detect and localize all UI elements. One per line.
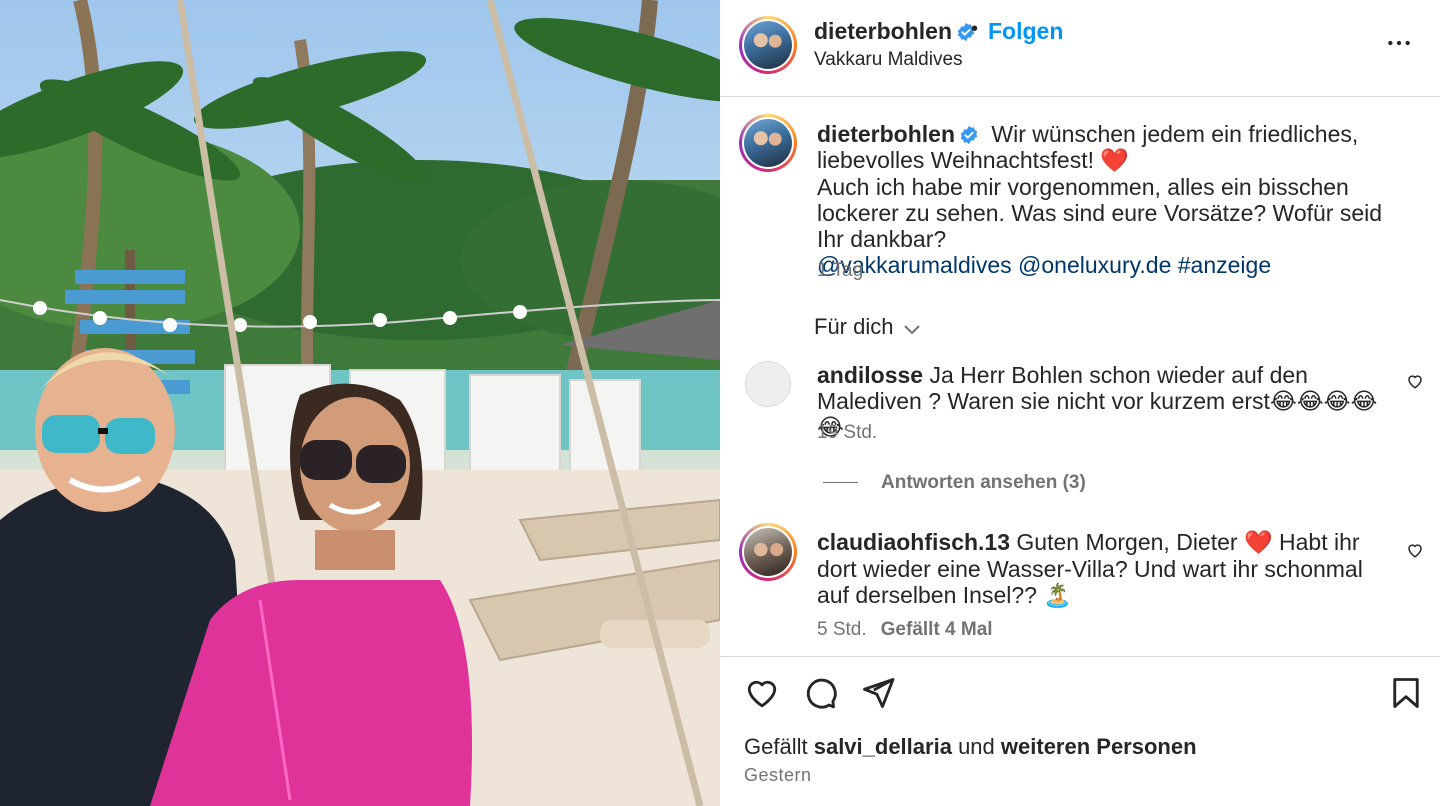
caption-timestamp[interactable]: 1 Tag: [817, 260, 863, 282]
hashtag-link-anzeige[interactable]: #anzeige: [1178, 252, 1271, 278]
header-divider: [720, 96, 1440, 97]
commenter-avatar-andilosse[interactable]: [745, 361, 791, 407]
author-username-header[interactable]: dieterbohlen: [814, 18, 976, 45]
comment-timestamp[interactable]: 19 Std.: [817, 422, 877, 444]
view-replies-button[interactable]: Antworten ansehen (3): [823, 472, 1086, 494]
likes-summary: Gefällt salvi_dellaria und weiteren Pers…: [744, 734, 1197, 760]
comment-text: Guten Morgen, Dieter: [1016, 529, 1238, 555]
post-caption: dieterbohlen Wir wünschen jedem ein frie…: [817, 121, 1397, 278]
mention-link-oneluxury[interactable]: @oneluxury.de: [1018, 252, 1171, 278]
comment-claudiaohfisch: claudiaohfisch.13 Guten Morgen, Dieter ❤…: [817, 529, 1377, 609]
comment-timestamp[interactable]: 5 Std.: [817, 619, 867, 640]
chevron-down-icon: [904, 325, 921, 335]
author-username-text[interactable]: dieterbohlen: [814, 18, 952, 44]
caption-username[interactable]: dieterbohlen: [817, 121, 955, 147]
verified-badge-icon: [960, 125, 978, 145]
post-photo: [0, 0, 720, 806]
caption-avatar[interactable]: [739, 114, 797, 172]
author-avatar[interactable]: [739, 16, 797, 74]
follow-button[interactable]: Folgen: [988, 18, 1063, 45]
likes-others-link[interactable]: weiteren Personen: [1001, 734, 1197, 759]
comment-like-heart-icon[interactable]: [1406, 372, 1424, 390]
comment-filter-dropdown[interactable]: Für dich: [814, 314, 921, 340]
view-replies-label: Antworten ansehen (3): [881, 472, 1086, 493]
heart-emoji: ❤️: [1243, 530, 1273, 556]
heart-icon[interactable]: [744, 675, 780, 711]
comment-andilosse: andilosse Ja Herr Bohlen schon wieder au…: [817, 362, 1392, 440]
likes-username-link[interactable]: salvi_dellaria: [814, 734, 952, 759]
island-emoji: 🏝️: [1043, 583, 1072, 609]
comment-username[interactable]: claudiaohfisch.13: [817, 529, 1010, 555]
likes-prefix: Gefällt: [744, 734, 808, 759]
heart-emoji: ❤️: [1100, 148, 1130, 174]
header-separator: •: [971, 18, 979, 40]
likes-and: und: [958, 734, 995, 759]
more-horizontal-icon[interactable]: [1386, 30, 1412, 56]
actions-divider: [720, 656, 1440, 657]
comment-username[interactable]: andilosse: [817, 362, 923, 388]
caption-text-line2: Auch ich habe mir vorgenommen, alles ein…: [817, 174, 1383, 252]
comment-like-heart-icon[interactable]: [1406, 541, 1424, 559]
post-date[interactable]: Gestern: [744, 765, 812, 786]
comment-likes-count[interactable]: Gefällt 4 Mal: [881, 619, 993, 640]
comment-filter-label: Für dich: [814, 314, 894, 339]
post-detail-panel: dieterbohlen • Folgen Vakkaru Maldives d…: [720, 0, 1440, 806]
bookmark-icon[interactable]: [1388, 675, 1424, 711]
beach-photo-illustration: [0, 0, 720, 806]
send-icon[interactable]: [860, 675, 896, 711]
commenter-avatar-claudiaohfisch[interactable]: [739, 523, 797, 581]
comment-icon[interactable]: [802, 675, 838, 711]
comment-meta: 5 Std. Gefällt 4 Mal: [817, 619, 993, 641]
post-location[interactable]: Vakkaru Maldives: [814, 49, 963, 71]
replies-line: [823, 482, 858, 484]
